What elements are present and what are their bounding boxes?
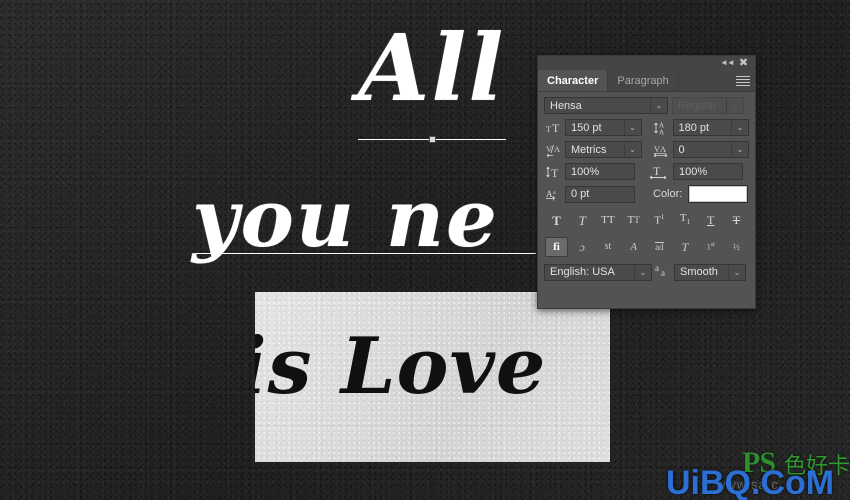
- antialias-select[interactable]: Smooth ⌄: [674, 263, 746, 281]
- fractions-button[interactable]: ½: [725, 237, 748, 257]
- baseline-shift-input[interactable]: 0 pt: [565, 185, 635, 203]
- font-family-value: Hensa: [550, 99, 582, 112]
- vertical-scale-input[interactable]: 100%: [565, 163, 635, 180]
- anti-alias-icon: a a: [652, 263, 674, 281]
- collapse-panel-icon[interactable]: ◄◄: [720, 57, 735, 69]
- chevron-down-icon[interactable]: ⌄: [728, 264, 745, 280]
- swash-button[interactable]: A: [622, 237, 645, 257]
- light-texture-rectangle[interactable]: is Love: [255, 292, 610, 462]
- language-antialias-row: English: USA ⌄ a a Smooth ⌄: [544, 263, 749, 281]
- contextual-alternates-button[interactable]: ɔ: [571, 237, 594, 257]
- svg-text:A: A: [660, 144, 667, 154]
- kerning-tracking-row: V A Metrics ⌄ V A 0 ⌄: [544, 141, 749, 158]
- font-size-input[interactable]: 150 pt ⌄: [565, 119, 642, 136]
- color-label: Color:: [653, 188, 683, 200]
- superscript-button[interactable]: T1: [648, 210, 671, 230]
- chevron-down-icon[interactable]: ⌄: [726, 98, 743, 113]
- svg-text:A: A: [546, 189, 553, 199]
- chevron-down-icon[interactable]: ⌄: [731, 120, 748, 135]
- opentype-button-row: fi ɔ st A ad T 1st ½: [545, 237, 748, 257]
- svg-text:T: T: [552, 121, 560, 134]
- tracking-icon: V A: [652, 141, 673, 158]
- all-caps-button[interactable]: TT: [596, 210, 619, 230]
- baseline-color-row: A a 0 pt Color:: [544, 185, 749, 203]
- chevron-down-icon[interactable]: ⌄: [731, 142, 748, 157]
- horizontal-scale-input[interactable]: 100%: [673, 163, 743, 180]
- svg-text:a: a: [553, 190, 556, 196]
- vertical-scale-icon: T: [544, 163, 565, 180]
- leading-value: 180 pt: [678, 121, 710, 134]
- panel-menu-icon[interactable]: [735, 74, 751, 87]
- font-row: Hensa ⌄ Regular ⌄: [544, 97, 749, 114]
- chevron-down-icon[interactable]: ⌄: [650, 98, 667, 113]
- language-value: English: USA: [550, 266, 615, 278]
- strikethrough-button[interactable]: T: [725, 210, 748, 230]
- svg-text:a: a: [655, 263, 659, 273]
- font-style-value: Regular: [678, 99, 717, 112]
- canvas-text-line-1[interactable]: All: [358, 22, 505, 114]
- character-panel: ◄◄ ✖ Character Paragraph Hensa ⌄ Regular…: [537, 55, 756, 309]
- text-color-swatch[interactable]: [688, 185, 749, 203]
- panel-titlebar: ◄◄ ✖: [538, 56, 755, 70]
- antialias-value: Smooth: [680, 266, 718, 278]
- text-baseline-rule-2: [196, 253, 536, 254]
- oldstyle-button[interactable]: ad: [648, 237, 671, 257]
- svg-text:A: A: [554, 144, 561, 154]
- discretionary-ligatures-button[interactable]: st: [596, 237, 619, 257]
- ordinals-button[interactable]: 1st: [699, 237, 722, 257]
- canvas-text-line-2[interactable]: you ne: [192, 178, 499, 258]
- stylistic-alternates-button[interactable]: T: [674, 237, 697, 257]
- size-leading-row: TT 150 pt ⌄ A A 180 pt ⌄: [544, 119, 749, 136]
- underline-button[interactable]: T: [699, 210, 722, 230]
- font-family-select[interactable]: Hensa ⌄: [544, 97, 668, 114]
- style-button-row: T T TT TT T1 T1 T T: [545, 210, 748, 230]
- faux-italic-button[interactable]: T: [571, 210, 594, 230]
- tracking-input[interactable]: 0 ⌄: [672, 141, 749, 158]
- panel-body: Hensa ⌄ Regular ⌄ TT 150 pt ⌄ A A 180 pt…: [538, 92, 755, 292]
- small-caps-button[interactable]: TT: [622, 210, 645, 230]
- horizontal-scale-icon: T: [645, 163, 673, 180]
- leading-icon: A A: [652, 119, 673, 136]
- chevron-down-icon[interactable]: ⌄: [623, 142, 641, 157]
- tracking-value: 0: [678, 143, 685, 156]
- tab-character[interactable]: Character: [538, 70, 609, 91]
- chevron-down-icon[interactable]: ⌄: [623, 120, 641, 135]
- photoshop-screenshot: All you ne is Love PS 色好卡 www.sa.c UiBQ.…: [0, 0, 850, 500]
- leading-input[interactable]: 180 pt ⌄: [672, 119, 749, 136]
- svg-text:T: T: [546, 125, 551, 134]
- font-style-select[interactable]: Regular ⌄: [672, 97, 744, 114]
- scale-row: T 100% T 100%: [544, 163, 749, 180]
- kerning-value: Metrics: [571, 143, 607, 156]
- faux-bold-button[interactable]: T: [545, 210, 568, 230]
- standard-ligatures-button[interactable]: fi: [545, 237, 568, 257]
- svg-text:a: a: [661, 268, 665, 277]
- font-size-icon: TT: [544, 119, 565, 136]
- baseline-shift-icon: A a: [544, 186, 565, 203]
- font-size-value: 150 pt: [571, 121, 602, 134]
- svg-text:T: T: [653, 165, 661, 178]
- svg-text:A: A: [659, 128, 664, 135]
- panel-tab-strip: Character Paragraph: [538, 70, 755, 92]
- language-select[interactable]: English: USA ⌄: [544, 263, 652, 281]
- svg-text:T: T: [551, 166, 559, 179]
- tab-paragraph[interactable]: Paragraph: [608, 70, 679, 91]
- close-panel-icon[interactable]: ✖: [737, 57, 750, 69]
- canvas-text-line-3[interactable]: is Love: [255, 328, 547, 406]
- kerning-input[interactable]: Metrics ⌄: [565, 141, 642, 158]
- text-baseline-handle[interactable]: [429, 136, 436, 143]
- kerning-icon: V A: [544, 141, 565, 158]
- subscript-button[interactable]: T1: [674, 210, 697, 230]
- chevron-down-icon[interactable]: ⌄: [634, 264, 651, 280]
